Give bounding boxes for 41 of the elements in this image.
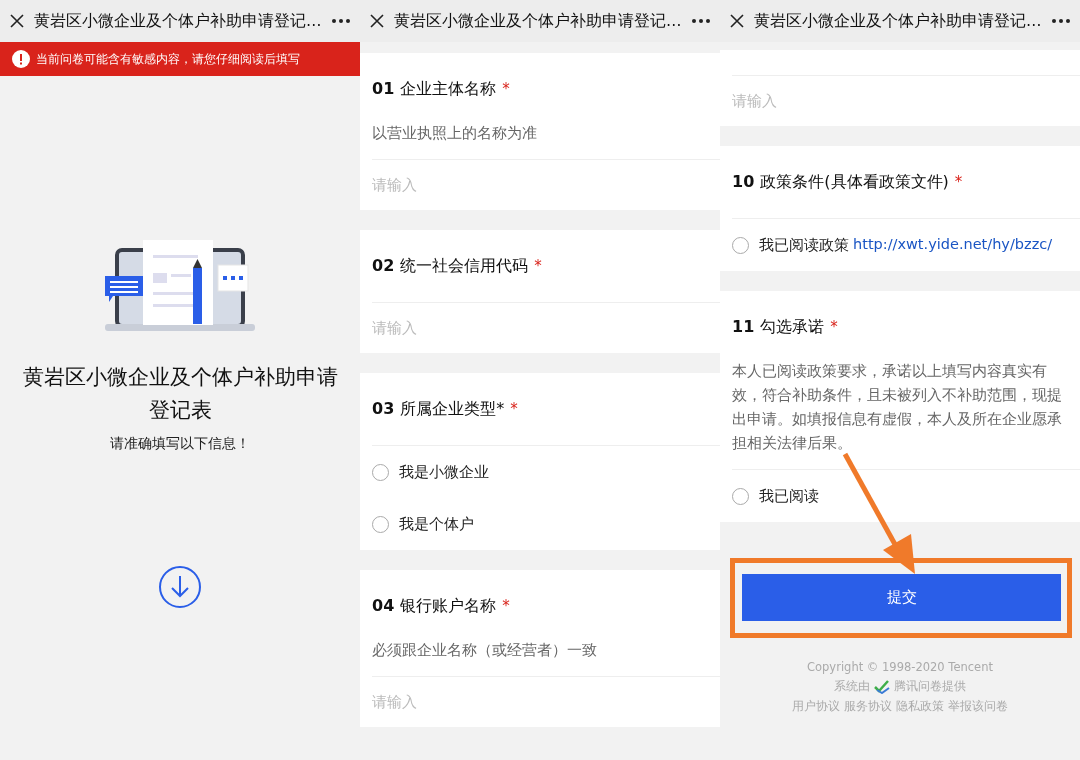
radio-option[interactable]: 我是小微企业 [372, 446, 720, 498]
more-icon[interactable] [1052, 19, 1070, 23]
survey-title: 黄岩区小微企业及个体户补助申请登记表 [21, 364, 339, 424]
submit-button[interactable]: 提交 [742, 574, 1061, 621]
radio-option[interactable]: 我是个体户 [372, 498, 720, 550]
page-title: 黄岩区小微企业及个体户补助申请登记… [34, 10, 322, 32]
policy-link[interactable]: http://xwt.yide.net/hy/bzzc/ [853, 235, 1053, 255]
question-title: 10 政策条件(具体看政策文件) * [732, 171, 964, 193]
copyright-text: Copyright © 1998-2020 Tencent [807, 660, 993, 674]
question-title: 01 企业主体名称 * [372, 78, 511, 100]
check-logo-icon [874, 679, 890, 694]
close-icon[interactable] [730, 14, 744, 28]
close-icon[interactable] [10, 14, 24, 28]
question-title: 04 银行账户名称 * [372, 595, 511, 617]
question-description: 本人已阅读政策要求，承诺以上填写内容真实有效，符合补助条件，且未被列入不补助范围，现提出申请。如填报信息有虚假，本人及所在企业愿承担相关法律后果。 [732, 362, 1063, 453]
radio-button[interactable] [372, 463, 389, 481]
survey-subtitle: 请准确填写以下信息！ [110, 435, 250, 453]
radio-button[interactable] [732, 236, 749, 254]
radio-button[interactable] [732, 487, 749, 505]
radio-option[interactable]: 我已阅读 [732, 470, 1080, 522]
question-title: 03 所属企业类型* * [372, 398, 519, 420]
more-icon[interactable] [332, 19, 350, 23]
option-label: 我已阅读政策 [759, 235, 849, 255]
provider-text: 系统由 [834, 679, 870, 694]
question-description: 必须跟企业名称（或经营者）一致 [372, 641, 598, 660]
option-label: 我已阅读 [759, 486, 819, 506]
close-icon[interactable] [370, 14, 384, 28]
question-title: 02 统一社会信用代码 * [372, 255, 543, 277]
option-label: 我是个体户 [399, 514, 474, 534]
question-description: 以营业执照上的名称为准 [372, 124, 538, 143]
warning-text: 当前问卷可能含有敏感内容，请您仔细阅读后填写 [36, 51, 300, 67]
question-title: 11 勾选承诺 * [732, 316, 839, 338]
radio-button[interactable] [372, 515, 389, 533]
option-label: 我是小微企业 [399, 462, 489, 482]
more-icon[interactable] [692, 19, 710, 23]
page-title: 黄岩区小微企业及个体户补助申请登记… [754, 10, 1042, 32]
scroll-down-icon[interactable] [158, 565, 202, 609]
page-title: 黄岩区小微企业及个体户补助申请登记… [394, 10, 682, 32]
alert-icon [12, 50, 30, 68]
provider-name: 腾讯问卷提供 [894, 679, 966, 694]
radio-option[interactable]: 我已阅读政策 http://xwt.yide.net/hy/bzzc/ [732, 219, 1080, 271]
